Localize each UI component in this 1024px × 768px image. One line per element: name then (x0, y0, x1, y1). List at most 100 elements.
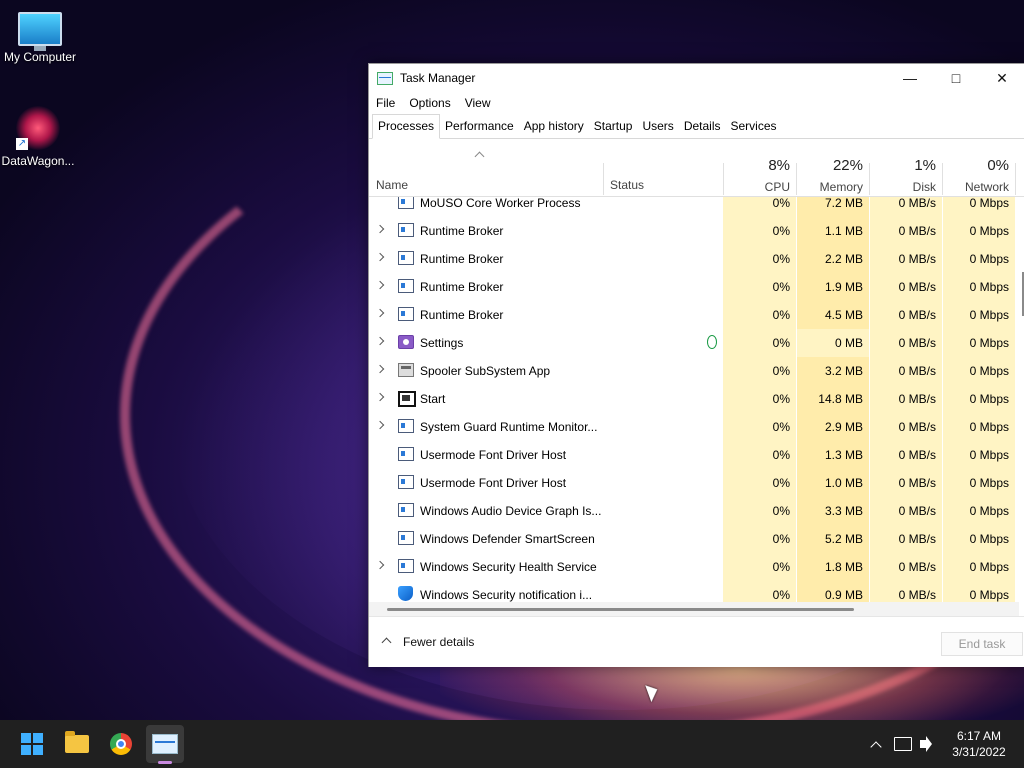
process-cpu: 0% (723, 329, 796, 357)
app-icon (398, 251, 414, 265)
process-network: 0 Mbps (943, 217, 1015, 245)
process-row[interactable]: Runtime Broker 0% 1.1 MB 0 MB/s 0 Mbps (369, 217, 1024, 245)
tab-users[interactable]: Users (637, 115, 678, 138)
chrome-button[interactable] (102, 725, 140, 763)
footer-bar: Fewer details End task (369, 616, 1024, 667)
file-explorer-button[interactable] (58, 725, 96, 763)
chevron-right-icon[interactable] (375, 336, 385, 346)
desktop-icon-my-computer[interactable]: My Computer (0, 12, 80, 64)
process-disk: 0 MB/s (870, 385, 942, 413)
menu-options[interactable]: Options (409, 96, 450, 110)
horizontal-scrollbar-thumb[interactable] (387, 608, 854, 611)
column-header-name[interactable]: Name (376, 178, 408, 192)
column-header-network[interactable]: 0% Network (942, 157, 1009, 194)
tab-processes[interactable]: Processes (372, 114, 441, 139)
shield-icon (398, 586, 413, 601)
chrome-icon (110, 733, 132, 755)
process-row[interactable]: Settings 0% 0 MB 0 MB/s 0 Mbps (369, 329, 1024, 357)
process-row[interactable]: Start 0% 14.8 MB 0 MB/s 0 Mbps (369, 385, 1024, 413)
process-name: Start (420, 392, 446, 406)
process-row[interactable]: Runtime Broker 0% 4.5 MB 0 MB/s 0 Mbps (369, 301, 1024, 329)
volume-icon[interactable] (920, 720, 932, 768)
horizontal-scrollbar[interactable] (369, 602, 1019, 616)
process-disk: 0 MB/s (870, 553, 942, 581)
close-button[interactable]: ✕ (979, 64, 1024, 92)
process-memory: 2.9 MB (797, 413, 869, 441)
process-cpu: 0% (723, 413, 796, 441)
taskbar: 6:17 AM 3/31/2022 (0, 720, 1024, 768)
column-header-status[interactable]: Status (610, 178, 644, 192)
process-row[interactable]: Windows Defender SmartScreen 0% 5.2 MB 0 MB… (369, 525, 1024, 553)
chevron-right-icon[interactable] (375, 224, 385, 234)
process-name: Windows Security notification i... (420, 588, 593, 602)
printer-icon (398, 363, 414, 377)
app-icon (398, 279, 414, 293)
process-name: Windows Security Health Service (420, 560, 597, 574)
show-hidden-icons-chevron-icon[interactable] (868, 720, 884, 768)
chevron-right-icon[interactable] (375, 364, 385, 374)
process-name: Spooler SubSystem App (420, 364, 551, 378)
chevron-right-icon[interactable] (375, 420, 385, 430)
process-cpu: 0% (723, 301, 796, 329)
process-memory: 1.1 MB (797, 217, 869, 245)
chevron-right-icon[interactable] (375, 392, 385, 402)
chevron-right-icon[interactable] (375, 308, 385, 318)
column-header-disk[interactable]: 1% Disk (869, 157, 936, 194)
process-memory: 2.2 MB (797, 245, 869, 273)
sort-ascending-icon (474, 151, 485, 162)
system-clock[interactable]: 6:17 AM 3/31/2022 (946, 728, 1012, 760)
process-network: 0 Mbps (943, 301, 1015, 329)
process-cpu: 0% (723, 357, 796, 385)
task-manager-icon (377, 71, 393, 85)
tab-startup[interactable]: Startup (589, 115, 638, 138)
process-row[interactable]: System Guard Runtime Monitor... 0% 2.9 MB 0… (369, 413, 1024, 441)
chevron-right-icon[interactable] (375, 560, 385, 570)
menu-view[interactable]: View (465, 96, 491, 110)
process-disk: 0 MB/s (870, 301, 942, 329)
process-network: 0 Mbps (943, 441, 1015, 469)
network-label: Network (964, 180, 1009, 194)
chevron-up-icon[interactable] (381, 637, 392, 648)
process-name: MoUSO Core Worker Process (420, 197, 581, 210)
process-cpu: 0% (723, 197, 796, 217)
process-row[interactable]: Runtime Broker 0% 1.9 MB 0 MB/s 0 Mbps (369, 273, 1024, 301)
process-row[interactable]: Windows Audio Device Graph Is... 0% 3.3 MB… (369, 497, 1024, 525)
tab-services[interactable]: Services (726, 115, 782, 138)
app-icon (398, 475, 414, 489)
end-task-button[interactable]: End task (941, 632, 1023, 656)
menu-file[interactable]: File (376, 96, 395, 110)
process-name: Settings (420, 336, 464, 350)
process-row[interactable]: Runtime Broker 0% 2.2 MB 0 MB/s 0 Mbps (369, 245, 1024, 273)
process-row[interactable]: Spooler SubSystem App 0% 3.2 MB 0 MB/s 0 Mbp… (369, 357, 1024, 385)
chevron-right-icon[interactable] (375, 280, 385, 290)
cpu-label: CPU (764, 180, 790, 194)
minimize-button[interactable]: — (887, 64, 933, 92)
column-header-memory[interactable]: 22% Memory (796, 157, 863, 194)
desktop-icon-datawagon[interactable]: ↗ DataWagon... (0, 106, 78, 168)
tab-app-history[interactable]: App history (519, 115, 589, 138)
title-bar[interactable]: Task Manager — □ ✕ (369, 64, 1024, 92)
fewer-details-button[interactable]: Fewer details (403, 635, 474, 649)
clock-time: 6:17 AM (956, 729, 1002, 743)
tab-details[interactable]: Details (679, 115, 726, 138)
process-row[interactable]: Windows Security Health Service 0% 1.8 MB 0… (369, 553, 1024, 581)
process-row[interactable]: Usermode Font Driver Host 0% 1.0 MB 0 MB/s 0… (369, 469, 1024, 497)
start-button[interactable] (13, 725, 51, 763)
network-icon[interactable] (894, 720, 912, 768)
process-row[interactable]: MoUSO Core Worker Process 0% 7.2 MB 0 MB/s 0… (369, 197, 1024, 217)
process-row[interactable]: Windows Security notification i... 0% 0.9 … (369, 581, 1024, 602)
tab-performance[interactable]: Performance (440, 115, 519, 138)
chevron-right-icon[interactable] (375, 252, 385, 262)
process-network: 0 Mbps (943, 329, 1015, 357)
table-header: Name Status 8% CPU 22% Memory 1% Disk 0%… (369, 139, 1024, 197)
process-cpu: 0% (723, 581, 796, 602)
app-icon (398, 223, 414, 237)
column-header-cpu[interactable]: 8% CPU (723, 157, 790, 194)
process-row[interactable]: Usermode Font Driver Host 0% 1.3 MB 0 MB/s 0… (369, 441, 1024, 469)
process-disk: 0 MB/s (870, 441, 942, 469)
task-manager-taskbar-button[interactable] (146, 725, 184, 763)
process-name: Runtime Broker (420, 308, 504, 322)
maximize-button[interactable]: □ (933, 64, 979, 92)
process-network: 0 Mbps (943, 273, 1015, 301)
process-memory: 0.9 MB (797, 581, 869, 602)
